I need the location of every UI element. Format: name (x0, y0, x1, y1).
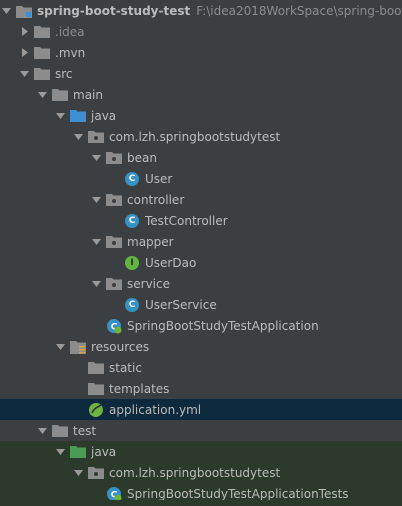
tree-row-src[interactable]: src (0, 63, 402, 84)
tree-row-static[interactable]: static (0, 357, 402, 378)
tree-row-user-dao[interactable]: I UserDao (0, 252, 402, 273)
folder-label: .idea (55, 24, 85, 39)
file-label: SpringBootStudyTestApplicationTests (127, 486, 349, 501)
chevron-right-icon[interactable] (18, 42, 30, 63)
spring-yml-icon (88, 402, 104, 418)
tree-row-bean[interactable]: bean (0, 147, 402, 168)
package-icon (106, 276, 122, 292)
tree-row-main[interactable]: main (0, 84, 402, 105)
package-label: com.lzh.springbootstudytest (109, 129, 281, 144)
chevron-down-icon[interactable] (90, 147, 102, 168)
folder-icon (34, 45, 50, 61)
folder-label: java (91, 444, 117, 459)
chevron-down-icon[interactable] (54, 336, 66, 357)
file-label: SpringBootStudyTestApplication (127, 318, 319, 333)
folder-label: static (109, 360, 142, 375)
bottom-strip (0, 500, 402, 506)
spring-boot-class-icon: C (106, 318, 122, 334)
package-icon (106, 234, 122, 250)
chevron-down-icon[interactable] (36, 420, 48, 441)
tree-row-project-root[interactable]: spring-boot-study-test F:\idea2018WorkSp… (0, 0, 402, 21)
tree-row-application-yml[interactable]: application.yml (0, 399, 402, 420)
chevron-right-icon[interactable] (18, 21, 30, 42)
chevron-down-icon[interactable] (90, 189, 102, 210)
resources-folder-icon (70, 339, 86, 355)
folder-icon (88, 381, 104, 397)
package-icon (106, 150, 122, 166)
file-label: User (145, 171, 173, 186)
tree-row-resources[interactable]: resources (0, 336, 402, 357)
project-name: spring-boot-study-test (37, 3, 191, 18)
tree-row-package[interactable]: com.lzh.springbootstudytest (0, 126, 402, 147)
folder-label: java (91, 108, 117, 123)
folder-label: test (73, 423, 97, 438)
folder-icon (52, 423, 68, 439)
package-label: com.lzh.springbootstudytest (109, 465, 281, 480)
folder-icon (34, 24, 50, 40)
package-label: bean (127, 150, 157, 165)
file-label: UserService (145, 297, 217, 312)
folder-icon (34, 66, 50, 82)
tree-row-test-java[interactable]: java (0, 441, 402, 462)
chevron-down-icon[interactable] (36, 84, 48, 105)
file-label: UserDao (145, 255, 197, 270)
tree-row-app-class[interactable]: C SpringBootStudyTestApplication (0, 315, 402, 336)
tree-row-mvn[interactable]: .mvn (0, 42, 402, 63)
chevron-down-icon[interactable] (72, 126, 84, 147)
tree-row-service[interactable]: service (0, 273, 402, 294)
tree-row-mapper[interactable]: mapper (0, 231, 402, 252)
chevron-down-icon[interactable] (90, 231, 102, 252)
chevron-down-icon[interactable] (54, 441, 66, 462)
tree-row-user[interactable]: C User (0, 168, 402, 189)
tree-row-test[interactable]: test (0, 420, 402, 441)
chevron-down-icon[interactable] (18, 63, 30, 84)
chevron-down-icon[interactable] (0, 0, 12, 21)
package-label: mapper (127, 234, 174, 249)
file-label: TestController (145, 213, 228, 228)
tree-row-test-package[interactable]: com.lzh.springbootstudytest (0, 462, 402, 483)
tree-row-templates[interactable]: templates (0, 378, 402, 399)
tree-row-idea[interactable]: .idea (0, 21, 402, 42)
file-label: application.yml (109, 402, 202, 417)
package-icon (106, 192, 122, 208)
tree-row-java[interactable]: java (0, 105, 402, 126)
folder-icon (88, 360, 104, 376)
folder-label: src (55, 66, 73, 81)
class-icon: C (124, 297, 140, 313)
package-label: controller (127, 192, 185, 207)
folder-label: main (73, 87, 103, 102)
tree-row-user-service[interactable]: C UserService (0, 294, 402, 315)
interface-icon: I (124, 255, 140, 271)
project-path: F:\idea2018WorkSpace\spring-boot- (196, 3, 402, 18)
class-icon: C (124, 213, 140, 229)
module-folder-icon (16, 3, 32, 19)
folder-icon (52, 87, 68, 103)
package-icon (88, 129, 104, 145)
chevron-down-icon[interactable] (54, 105, 66, 126)
tree-row-test-controller[interactable]: C TestController (0, 210, 402, 231)
test-source-folder-icon (70, 444, 86, 460)
folder-label: resources (91, 339, 150, 354)
project-tree: spring-boot-study-test F:\idea2018WorkSp… (0, 0, 402, 506)
folder-label: .mvn (55, 45, 86, 60)
package-label: service (127, 276, 170, 291)
chevron-down-icon[interactable] (72, 462, 84, 483)
folder-label: templates (109, 381, 170, 396)
tree-row-controller[interactable]: controller (0, 189, 402, 210)
class-icon: C (124, 171, 140, 187)
source-folder-icon (70, 108, 86, 124)
package-icon (88, 465, 104, 481)
chevron-down-icon[interactable] (90, 273, 102, 294)
